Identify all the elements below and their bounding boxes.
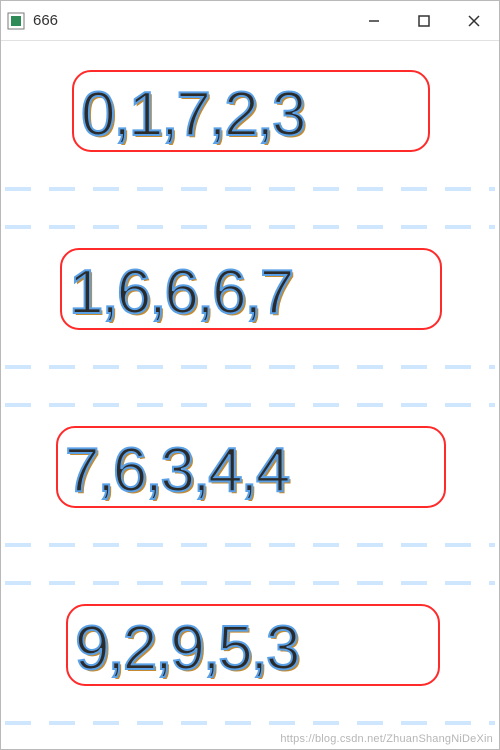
minimize-button[interactable] [349, 1, 399, 41]
row-text-outline: 9,2,9,5,3 [75, 614, 298, 683]
digit-row-0: 0,1,7,2,3 0,1,7,2,3 0,1,7,2,3 [73, 71, 429, 151]
row-text-outline: 0,1,7,2,3 [81, 80, 304, 149]
maximize-button[interactable] [399, 1, 449, 41]
client-area: 0,1,7,2,3 0,1,7,2,3 0,1,7,2,3 1,6,6,6,7 … [1, 41, 499, 749]
window-title: 666 [33, 12, 58, 29]
app-icon [7, 12, 25, 30]
title-bar[interactable]: 666 [1, 1, 499, 41]
row-text-outline: 1,6,6,6,7 [69, 258, 292, 327]
row-text-outline: 7,6,3,4,4 [65, 436, 289, 505]
digit-row-1: 1,6,6,6,7 1,6,6,6,7 1,6,6,6,7 [61, 249, 441, 329]
digit-row-2: 7,6,3,4,4 7,6,3,4,4 7,6,3,4,4 [57, 427, 445, 507]
close-button[interactable] [449, 1, 499, 41]
image-canvas: 0,1,7,2,3 0,1,7,2,3 0,1,7,2,3 1,6,6,6,7 … [1, 41, 499, 749]
window-frame: 666 [0, 0, 500, 750]
digit-row-3: 9,2,9,5,3 9,2,9,5,3 9,2,9,5,3 [67, 605, 439, 685]
